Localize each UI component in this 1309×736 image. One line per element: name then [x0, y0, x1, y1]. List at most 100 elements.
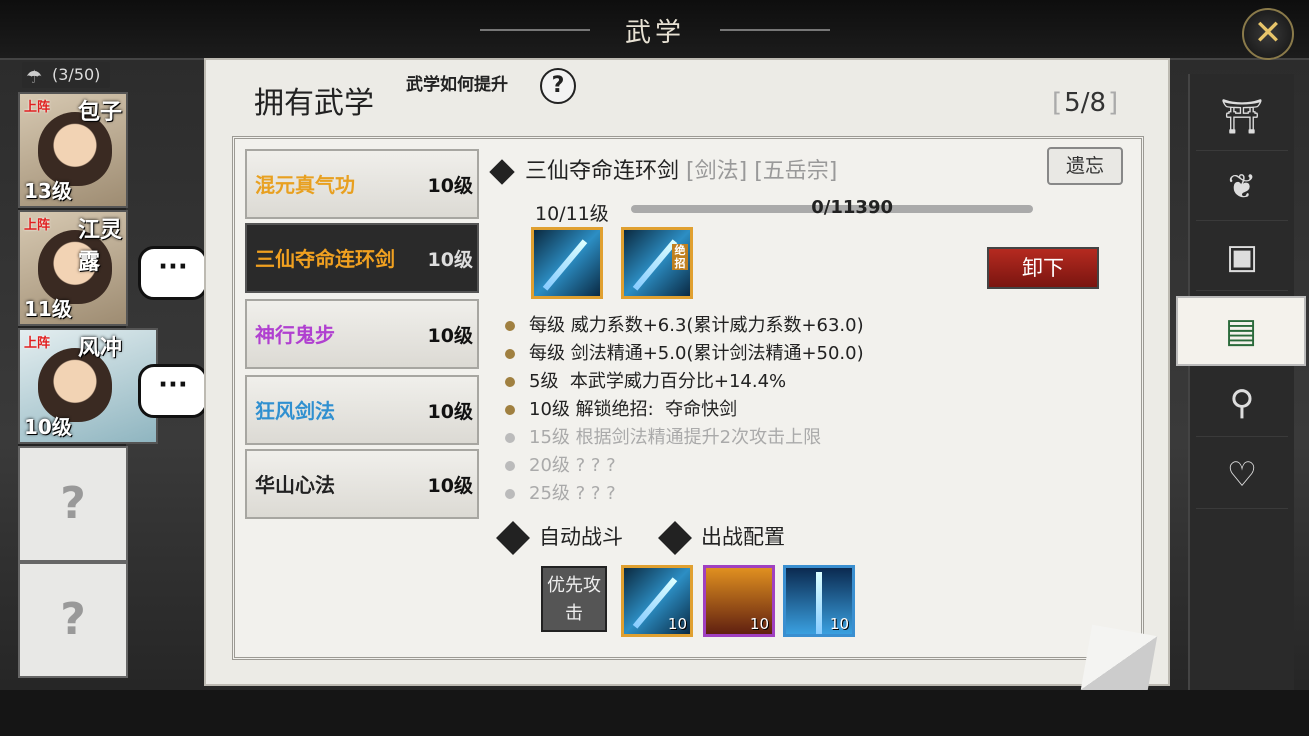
title-plate: 武学 [470, 8, 840, 52]
skill-name: 三仙夺命连环剑 [255, 247, 395, 271]
monitor-icon [496, 521, 530, 555]
page-indicator: 5/8 [1052, 88, 1118, 118]
howto-label[interactable]: 武学如何提升 [406, 70, 508, 95]
title-ornament-left [480, 29, 590, 31]
auto-battle-button[interactable]: 自动战斗 [496, 521, 623, 555]
skill-list-item[interactable]: 狂风剑法 10级 [245, 375, 479, 445]
hero-level: 11级 [24, 297, 72, 321]
ultimate-skill-icon[interactable]: 绝招 [621, 227, 693, 299]
diamond-icon [489, 159, 515, 185]
skill-content-frame: 混元真气功 10级 三仙夺命连环剑 10级 神行鬼步 10级 狂风剑法 10级 … [232, 136, 1144, 660]
empty-hero-slot[interactable]: ? [18, 446, 128, 562]
deploy-tag: 上阵 [24, 336, 51, 351]
bullet-icon [505, 321, 515, 331]
empty-hero-slot[interactable]: ? [18, 562, 128, 678]
skill-list-item[interactable]: 华山心法 10级 [245, 449, 479, 519]
crossed-swords-icon [658, 521, 692, 555]
chat-bubble-icon[interactable]: ··· [138, 246, 208, 300]
herb-icon[interactable]: ❦ [1196, 154, 1288, 221]
skill-detail-name: 三仙夺命连环剑 [525, 159, 680, 184]
hero-card-3[interactable]: 上阵 风冲 10级 [18, 328, 158, 444]
party-count: ☂ (3/50) [22, 62, 111, 88]
bullet-icon [505, 405, 515, 415]
hero-name: 风冲 [78, 336, 123, 361]
attribute-text: 10级 解锁绝招: 夺命快剑 [529, 399, 738, 420]
battle-slot-wind[interactable]: 10 [783, 565, 855, 637]
auto-battle-label: 自动战斗 [539, 525, 623, 549]
attribute-text: 15级 根据剑法精通提升2次攻击上限 [529, 427, 822, 448]
bullet-icon [505, 433, 515, 443]
deploy-tag: 上阵 [24, 218, 51, 233]
skill-sect-tag: [五岳宗] [754, 159, 838, 184]
skill-list-item-selected[interactable]: 三仙夺命连环剑 10级 [245, 223, 479, 293]
attribute-text: 25级 ? ? ? [529, 483, 616, 504]
attribute-line: 每级 剑法精通+5.0(累计剑法精通+50.0) [505, 339, 864, 365]
skill-level: 10级 [427, 325, 473, 347]
skill-icon[interactable] [531, 227, 603, 299]
hero-card-2[interactable]: 上阵 江灵露 11级 [18, 210, 128, 326]
battle-config-button[interactable]: 出战配置 [658, 521, 785, 555]
skills-panel: 拥有武学 武学如何提升 ? 5/8 混元真气功 10级 三仙夺命连环剑 10级 … [204, 58, 1170, 702]
bullet-icon [505, 489, 515, 499]
skill-list-item[interactable]: 混元真气功 10级 [245, 149, 479, 219]
top-bar: 武学 ✕ [0, 0, 1309, 60]
attribute-line: 每级 威力系数+6.3(累计威力系数+63.0) [505, 311, 864, 337]
skill-level: 10级 [427, 475, 473, 497]
wind-blade-icon [816, 572, 822, 634]
hero-name: 江灵露 [78, 218, 123, 275]
attribute-line-locked: 20级 ? ? ? [505, 451, 616, 477]
battle-slot-sword[interactable]: 10 [621, 565, 693, 637]
umbrella-icon: ☂ [26, 67, 43, 88]
close-icon: ✕ [1253, 13, 1283, 53]
skill-name: 华山心法 [255, 473, 335, 497]
bullet-icon [505, 377, 515, 387]
attribute-line: 10级 解锁绝招: 夺命快剑 [505, 395, 737, 421]
attribute-text: 每级 剑法精通+5.0(累计剑法精通+50.0) [529, 343, 864, 364]
attribute-text: 20级 ? ? ? [529, 455, 616, 476]
attribute-line-locked: 15级 根据剑法精通提升2次攻击上限 [505, 423, 821, 449]
priority-attack-button[interactable]: 优先攻击 [541, 566, 607, 632]
attribute-line: 5级 本武学威力百分比+14.4% [505, 367, 786, 393]
ultimate-badge: 绝招 [672, 244, 688, 270]
slot-level: 10 [749, 615, 769, 633]
sword-icon [632, 239, 678, 291]
skill-level-progress: 10/11级 [535, 203, 609, 225]
battle-config-label: 出战配置 [701, 525, 785, 549]
panel-heading: 拥有武学 [254, 86, 374, 121]
bottom-bar [0, 690, 1309, 736]
exp-text: 0/11390 [811, 197, 893, 218]
party-count-text: (3/50) [52, 65, 101, 84]
chat-bubble-icon[interactable]: ··· [138, 364, 208, 418]
slot-level: 10 [667, 615, 687, 633]
sword-icon [542, 239, 588, 291]
gift-box-icon[interactable]: ▣ [1196, 224, 1288, 291]
formation-icon[interactable]: ⛩ [1196, 84, 1288, 151]
hero-level: 13级 [24, 179, 72, 203]
skill-detail-title: 三仙夺命连环剑 [剑法] [五岳宗] [489, 153, 838, 185]
help-icon[interactable]: ? [540, 68, 576, 104]
hero-list: 上阵 包子 13级 上阵 江灵露 11级 上阵 风冲 10级 ? ? [18, 92, 158, 678]
slot-level: 10 [829, 615, 849, 633]
attribute-line-locked: 25级 ? ? ? [505, 479, 616, 505]
hero-card-1[interactable]: 上阵 包子 13级 [18, 92, 128, 208]
skill-level: 10级 [427, 175, 473, 197]
skill-list-item[interactable]: 神行鬼步 10级 [245, 299, 479, 369]
deploy-tag: 上阵 [24, 100, 51, 115]
hero-name: 包子 [78, 100, 123, 125]
unequip-button[interactable]: 卸下 [987, 247, 1099, 289]
question-icon: ? [60, 478, 86, 529]
page-title: 武学 [624, 17, 685, 48]
chat-bubble-text: ··· [158, 252, 188, 282]
heart-icon[interactable]: ♡ [1196, 442, 1288, 509]
close-button[interactable]: ✕ [1242, 8, 1294, 60]
forget-button[interactable]: 遗忘 [1047, 147, 1123, 185]
battle-slot-movement[interactable]: 10 [703, 565, 775, 637]
attribute-text: 每级 威力系数+6.3(累计威力系数+63.0) [529, 315, 864, 336]
title-ornament-right [720, 29, 830, 31]
skill-name: 狂风剑法 [255, 399, 335, 423]
bullet-icon [505, 461, 515, 471]
meridian-icon[interactable]: ⚲ [1196, 370, 1288, 437]
skill-level: 10级 [427, 401, 473, 423]
skill-book-icon[interactable]: ▤ [1176, 296, 1306, 366]
right-nav-rail: ⛩ ❦ ▣ ▤ ⚲ ♡ [1176, 74, 1306, 700]
